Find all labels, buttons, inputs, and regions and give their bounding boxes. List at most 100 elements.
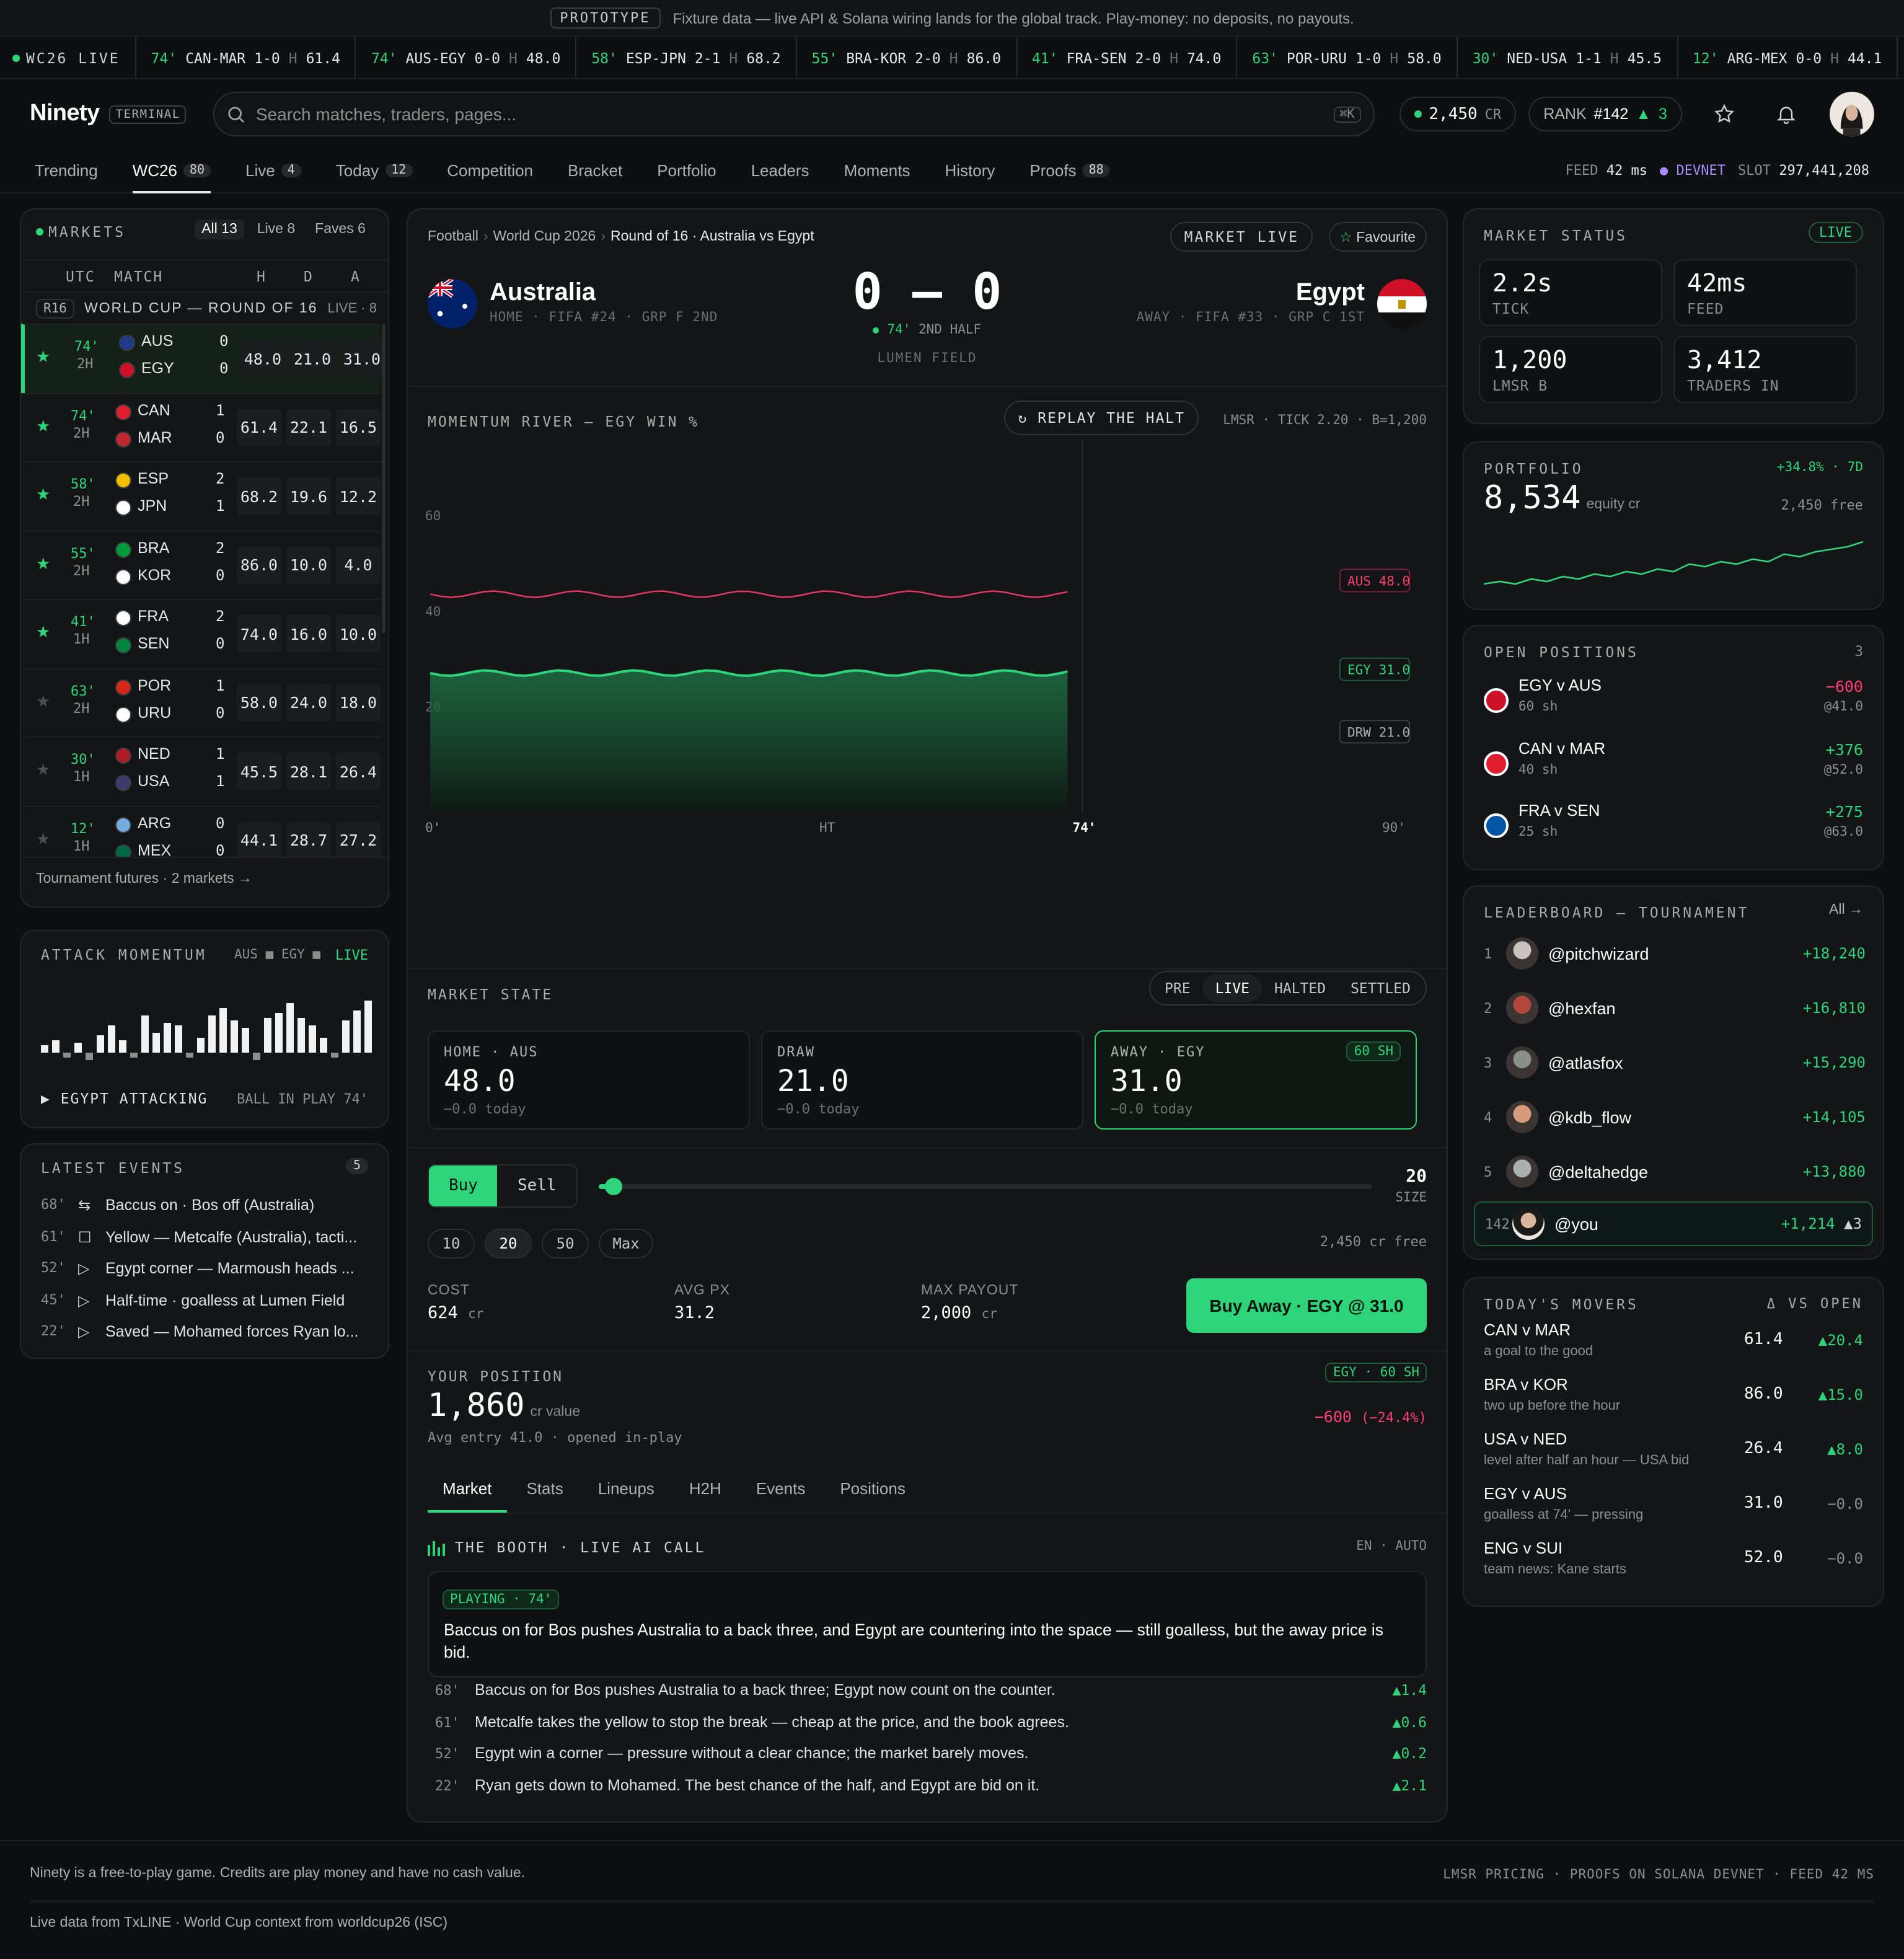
state-settled[interactable]: SETTLED	[1338, 975, 1423, 1002]
filter-1[interactable]: Live 8	[250, 219, 302, 239]
bell-icon[interactable]	[1768, 97, 1802, 131]
odds-d[interactable]: 10.0	[286, 546, 331, 583]
leaderboard-row[interactable]: 1 @pitchwizard +18,240	[1481, 929, 1866, 978]
odds-h[interactable]: 58.0	[237, 684, 281, 721]
tab-trending[interactable]: Trending	[35, 149, 98, 192]
market-row[interactable]: ★ 74' 2H CAN 1 MAR 0 61.4 22.1 16.5	[21, 392, 381, 462]
leaderboard-you-row[interactable]: 142 @you +1,214 ▲3	[1474, 1201, 1873, 1246]
subtab-market[interactable]: Market	[428, 1467, 507, 1513]
filter-2[interactable]: Faves 6	[307, 219, 373, 239]
position-item[interactable]: FRA v SEN 25 sh +275 @63.0	[1484, 801, 1863, 856]
ticker-item[interactable]: 58' ESP-JPN 2-1 H 68.2	[576, 37, 797, 78]
market-row[interactable]: ★ 41' 1H FRA 2 SEN 0 74.0 16.0 10.0	[21, 599, 381, 668]
ticker-item[interactable]: 12' ARG-MEX 0-0 H 44.1	[1678, 37, 1898, 78]
tab-proofs[interactable]: Proofs 88	[1029, 149, 1110, 192]
odds-a[interactable]: 16.5	[336, 409, 381, 446]
tab-bracket[interactable]: Bracket	[568, 149, 622, 192]
ticker-item[interactable]: 41' FRA-SEN 2-0 H 74.0	[1017, 37, 1238, 78]
subtab-events[interactable]: Events	[741, 1467, 821, 1513]
leaderboard-row[interactable]: 4 @kdb_flow +14,105	[1481, 1092, 1866, 1142]
odds-h[interactable]: 48.0	[240, 340, 285, 377]
logo[interactable]: Ninety	[30, 100, 100, 128]
favourite-star-icon[interactable]: ★	[36, 554, 50, 573]
tab-today[interactable]: Today 12	[336, 149, 413, 192]
state-halted[interactable]: HALTED	[1262, 975, 1338, 1002]
odds-h[interactable]: 86.0	[237, 546, 281, 583]
odds-a[interactable]: 26.4	[336, 753, 381, 790]
star-icon[interactable]	[1707, 97, 1741, 131]
favourite-star-icon[interactable]: ★	[36, 416, 50, 436]
state-pre[interactable]: PRE	[1152, 975, 1203, 1002]
market-row[interactable]: ★ 58' 2H ESP 2 JPN 1 68.2 19.6 12.2	[21, 461, 381, 531]
odds-h[interactable]: 61.4	[237, 409, 281, 446]
position-item[interactable]: EGY v AUS 60 sh −600 @41.0	[1484, 676, 1863, 730]
odds-h[interactable]: 68.2	[237, 477, 281, 515]
tab-leaders[interactable]: Leaders	[751, 149, 809, 192]
tab-moments[interactable]: Moments	[844, 149, 910, 192]
odds-a[interactable]: 10.0	[336, 615, 381, 652]
odds-d[interactable]: 28.1	[286, 753, 331, 790]
odds-a[interactable]: 31.0	[340, 340, 384, 377]
leaderboard-all-link[interactable]: All →	[1829, 903, 1863, 918]
odds-d[interactable]: 19.6	[286, 477, 331, 515]
mover-item[interactable]: CAN v MAR a goal to the good 61.4 ▲20.4	[1484, 1318, 1863, 1373]
size-preset-50[interactable]: 50	[542, 1229, 589, 1258]
market-row[interactable]: ★ 55' 2H BRA 2 KOR 0 86.0 10.0 4.0	[21, 530, 381, 599]
ticker-item[interactable]: 63' POR-URU 1-0 H 58.0	[1237, 37, 1458, 78]
user-avatar[interactable]	[1830, 92, 1874, 136]
size-preset-10[interactable]: 10	[428, 1229, 475, 1258]
size-slider-handle[interactable]	[605, 1178, 623, 1195]
ticker-item[interactable]: 74' AUS-EGY 0-0 H 48.0	[356, 37, 577, 78]
market-row[interactable]: ★ 63' 2H POR 1 URU 0 58.0 24.0 18.0	[21, 668, 381, 737]
ticker-item[interactable]: 55' BRA-KOR 2-0 H 86.0	[797, 37, 1017, 78]
favourite-star-icon[interactable]: ★	[36, 485, 50, 505]
odds-d[interactable]: 24.0	[286, 684, 331, 721]
position-item[interactable]: CAN v MAR 40 sh +376 @52.0	[1484, 738, 1863, 793]
event-item[interactable]: 61' ☐ Yellow — Metcalfe (Australia), tacti…	[41, 1228, 368, 1245]
favourite-star-icon[interactable]: ★	[36, 829, 50, 849]
event-item[interactable]: 68' ⇆ Baccus on · Bos off (Australia)	[41, 1196, 368, 1214]
subtab-h2h[interactable]: H2H	[674, 1467, 736, 1513]
tab-live[interactable]: Live 4	[245, 149, 301, 192]
odds-a[interactable]: 18.0	[336, 684, 381, 721]
favourite-button[interactable]: ☆ Favourite	[1328, 222, 1427, 252]
odds-h[interactable]: 74.0	[237, 615, 281, 652]
market-row[interactable]: ★ 30' 1H NED 1 USA 1 45.5 28.1 26.4	[21, 736, 381, 806]
replay-halt-button[interactable]: ↻ REPLAY THE HALT	[1004, 400, 1199, 435]
sell-tab[interactable]: Sell	[498, 1165, 576, 1206]
favourite-star-icon[interactable]: ★	[36, 622, 50, 642]
leaderboard-row[interactable]: 5 @deltahedge +13,880	[1481, 1147, 1866, 1196]
tab-portfolio[interactable]: Portfolio	[657, 149, 716, 192]
event-item[interactable]: 22' ▷ Saved — Mohamed forces Ryan lo...	[41, 1323, 368, 1340]
tab-history[interactable]: History	[945, 149, 995, 192]
odds-d[interactable]: 16.0	[286, 615, 331, 652]
mover-item[interactable]: EGY v AUS goalless at 74' — pressing 31.0−…	[1484, 1482, 1863, 1536]
ticker-item[interactable]: 74' CAN-MAR 1-0 H 61.4	[136, 37, 356, 78]
markets-scrollbar[interactable]	[382, 324, 386, 634]
size-slider-track[interactable]	[599, 1178, 1372, 1195]
buy-tab[interactable]: Buy	[429, 1165, 498, 1206]
odds-d[interactable]: 22.1	[286, 409, 331, 446]
outcome-card-0[interactable]: HOME · AUS 48.0 −0.0 today	[428, 1030, 750, 1130]
subtab-stats[interactable]: Stats	[511, 1467, 578, 1513]
favourite-star-icon[interactable]: ★	[36, 691, 50, 711]
odds-a[interactable]: 12.2	[336, 477, 381, 515]
rank-pill[interactable]: RANK #142 ▲ 3	[1528, 97, 1682, 131]
outcome-card-1[interactable]: DRAW 21.0 −0.0 today	[761, 1030, 1083, 1130]
credits-pill[interactable]: 2,450 CR	[1399, 97, 1517, 131]
odds-a[interactable]: 4.0	[336, 546, 381, 583]
odds-h[interactable]: 44.1	[237, 821, 281, 857]
state-live[interactable]: LIVE	[1202, 975, 1262, 1002]
size-preset-20[interactable]: 20	[485, 1229, 532, 1258]
event-item[interactable]: 45' ▷ Half-time · goalless at Lumen Field	[41, 1291, 368, 1309]
search-input[interactable]: Search matches, traders, pages... ⌘K	[213, 92, 1375, 136]
mover-item[interactable]: BRA v KOR two up before the hour 86.0 ▲15.0	[1484, 1373, 1863, 1427]
market-row[interactable]: ★ 74' 2H AUS 0 EGY 0 48.0 21.0 31.0	[21, 324, 384, 393]
event-item[interactable]: 52' ▷ Egypt corner — Marmoush heads ...	[41, 1260, 368, 1277]
tab-wc26[interactable]: WC26 80	[132, 149, 211, 193]
buy-cta-button[interactable]: Buy Away · EGY @ 31.0	[1186, 1278, 1427, 1333]
filter-0[interactable]: All 13	[194, 219, 245, 239]
tab-competition[interactable]: Competition	[447, 149, 533, 192]
size-preset-max[interactable]: Max	[599, 1229, 653, 1258]
leaderboard-row[interactable]: 3 @atlasfox +15,290	[1481, 1038, 1866, 1087]
